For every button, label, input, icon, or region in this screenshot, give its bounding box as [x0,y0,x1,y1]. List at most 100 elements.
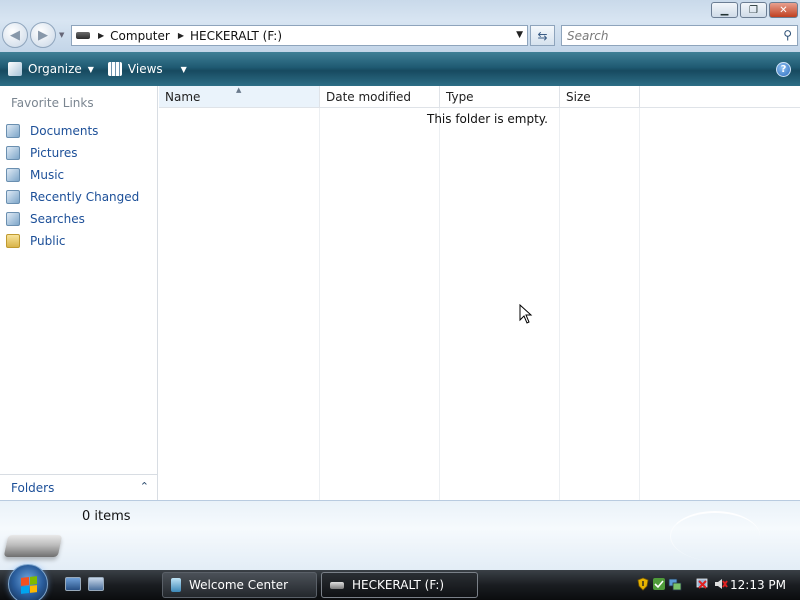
minimize-button[interactable]: ▁ [711,2,738,18]
taskbar-button-welcome-center[interactable]: Welcome Center [162,572,317,598]
views-button[interactable]: Views ▼ [107,62,187,76]
command-bar: Organize ▼ Views ▼ ? [0,52,800,86]
organize-button[interactable]: Organize ▼ [8,62,94,76]
welcome-center-icon [171,578,181,592]
organize-label: Organize [28,62,82,76]
favorite-link-label: Recently Changed [30,190,140,204]
taskbar-button-heckeralt[interactable]: HECKERALT (F:) [321,572,478,598]
pictures-icon [6,146,20,160]
empty-folder-message: This folder is empty. [427,112,548,126]
address-dropdown-icon[interactable]: ▼ [516,30,523,40]
refresh-icon: ⇆ [537,28,548,43]
favorite-link-label: Music [30,168,65,182]
search-input[interactable]: Search [567,29,609,43]
favorite-link-pictures[interactable]: Pictures [6,142,139,164]
favorite-links-heading: Favorite Links [11,96,94,110]
sort-ascending-icon: ▲ [236,86,242,94]
organize-icon [8,62,22,76]
views-icon [107,62,122,76]
minimize-icon: ▁ [720,4,729,16]
drive-icon [76,32,90,39]
volume-muted-icon[interactable] [714,577,728,591]
mouse-cursor-icon [519,304,533,324]
windows-logo-icon [21,576,37,594]
search-box[interactable]: Search ⚲ [561,25,798,46]
window-chrome: ▁ ❐ ✕ ◀ ▶ ▼ ▶ Computer ▶ HECKERALT (F:) … [0,0,800,52]
public-folder-icon [6,234,20,248]
back-arrow-icon: ◀ [10,27,20,43]
favorite-link-public[interactable]: Public [6,230,139,252]
chevron-down-icon: ▼ [180,64,187,74]
network-icon[interactable] [668,577,682,591]
views-label: Views [127,62,163,76]
column-header-size[interactable]: Size [560,86,640,108]
column-header-label: Name [165,89,201,104]
favorite-link-searches[interactable]: Searches [6,208,139,230]
favorite-link-music[interactable]: Music [6,164,139,186]
address-bar[interactable]: ▶ Computer ▶ HECKERALT (F:) ▼ [71,25,528,46]
column-divider [559,108,560,500]
favorite-link-documents[interactable]: Documents [6,120,139,142]
help-icon: ? [780,64,787,75]
details-pane: 0 items [0,500,800,570]
column-header-date-modified[interactable]: Date modified [320,86,440,108]
breadcrumb-arrow-icon[interactable]: ▶ [98,31,104,40]
chevron-down-icon: ▼ [87,64,94,74]
file-list[interactable]: Name ▲ Date modified Type Size This fold… [159,86,800,500]
taskbar-button-label: Welcome Center [189,578,289,592]
favorite-link-label: Public [30,234,66,248]
close-icon: ✕ [779,4,788,16]
breadcrumb-computer[interactable]: Computer [110,29,170,43]
window-controls: ▁ ❐ ✕ [711,2,798,18]
close-button[interactable]: ✕ [769,2,798,18]
favorite-link-recently-changed[interactable]: Recently Changed [6,186,139,208]
column-header-name[interactable]: Name ▲ [159,86,320,108]
column-header-blank [640,86,800,108]
breadcrumb-drive[interactable]: HECKERALT (F:) [190,29,282,43]
breadcrumb-arrow-icon[interactable]: ▶ [178,31,184,40]
recently-changed-icon [6,190,20,204]
start-button[interactable] [8,564,48,600]
column-divider [639,108,640,500]
chevron-up-icon: ⌃ [139,480,149,493]
favorite-links-list: Documents Pictures Music Recently Change… [6,120,139,252]
column-header-label: Date modified [326,89,412,104]
switch-windows-icon[interactable] [88,577,104,591]
search-icon[interactable]: ⚲ [783,28,792,42]
security-shield-icon[interactable] [636,577,650,591]
restore-icon: ❐ [749,4,758,16]
column-divider [439,108,440,500]
forward-arrow-icon: ▶ [38,27,48,43]
searches-icon [6,212,20,226]
favorite-link-label: Documents [30,124,99,138]
system-tray: 12:13 PM [630,570,800,600]
drive-icon [330,581,344,589]
recent-pages-dropdown[interactable]: ▼ [59,31,64,39]
removable-drive-icon [3,535,63,557]
column-header-label: Size [566,89,591,104]
favorite-link-label: Searches [30,212,85,226]
help-button[interactable]: ? [776,62,791,77]
documents-icon [6,124,20,138]
taskbar: Welcome Center HECKERALT (F:) 12:13 PM [0,564,800,600]
decorative-swoosh [670,511,760,561]
folders-label: Folders [11,480,55,495]
column-header-type[interactable]: Type [440,86,560,108]
maximize-button[interactable]: ❐ [740,2,767,18]
forward-button[interactable]: ▶ [30,22,56,48]
back-button[interactable]: ◀ [2,22,28,48]
show-desktop-icon[interactable] [65,577,81,591]
refresh-button[interactable]: ⇆ [530,25,555,46]
music-icon [6,168,20,182]
item-count: 0 items [82,509,131,524]
folders-toggle[interactable]: Folders ⌃ [0,474,157,500]
clock[interactable]: 12:13 PM [730,578,786,592]
network-disconnected-icon[interactable] [696,577,710,591]
windows-defender-icon[interactable] [652,577,666,591]
column-divider [319,108,320,500]
taskbar-button-label: HECKERALT (F:) [352,578,445,592]
navigation-pane: Favorite Links Documents Pictures Music … [0,86,158,500]
navigation-buttons: ◀ ▶ ▼ [2,22,64,48]
column-header-label: Type [446,89,474,104]
favorite-link-label: Pictures [30,146,78,160]
